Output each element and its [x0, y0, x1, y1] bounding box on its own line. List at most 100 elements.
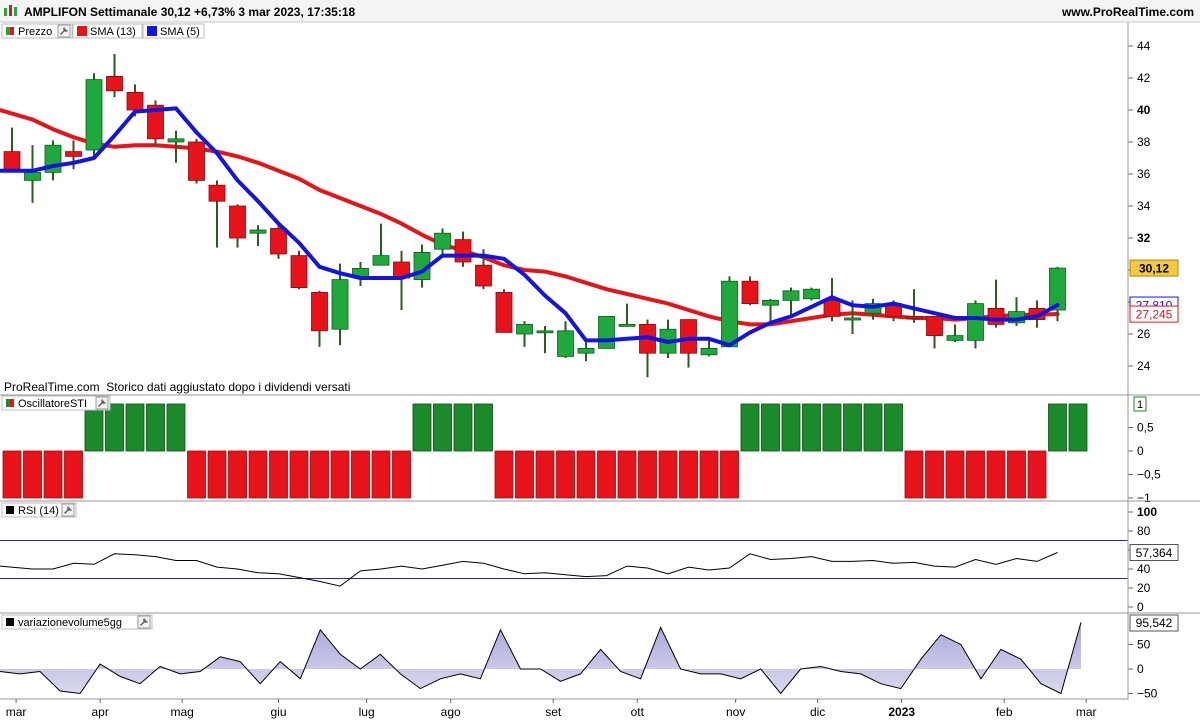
volume-plot: 50 0 −50 95,542	[0, 614, 1179, 701]
candle-body	[3, 151, 21, 170]
y-tick-label: 0,5	[1137, 421, 1154, 435]
oscillator-swatch-icon	[6, 399, 14, 407]
candle-body	[844, 317, 861, 321]
oscillator-panel[interactable]: 0,5 0 −0,5 −1 1 OscillatoreSTI	[1, 395, 1161, 505]
candle-body	[475, 264, 492, 287]
y-tick-label: −0,5	[1137, 468, 1161, 482]
volume-line	[0, 622, 1082, 695]
y-tick-label: 34	[1137, 199, 1151, 213]
candle-body	[249, 229, 267, 234]
oscillator-bar	[904, 450, 924, 499]
oscillator-bar	[412, 403, 432, 452]
oscillator-bar	[43, 450, 63, 499]
candle-body	[495, 291, 513, 333]
price-badge: 30,12	[1129, 259, 1179, 277]
candle	[188, 138, 205, 184]
wrench-icon[interactable]	[57, 24, 71, 38]
chart-root: AMPLIFON Settimanale 30,12 +6,73% 3 mar …	[0, 0, 1200, 719]
oscillator-bar	[925, 450, 944, 499]
oscillator-bar	[515, 450, 534, 499]
rsi-badge-label: 57,364	[1136, 546, 1173, 560]
wrench-icon[interactable]	[61, 503, 75, 517]
y-tick-label: 24	[1137, 359, 1151, 373]
legend-item-sma5[interactable]: SMA (5)	[142, 23, 205, 39]
oscillator-bar	[576, 450, 596, 499]
oscillator-bar	[535, 450, 555, 499]
oscillator-bar	[310, 450, 329, 499]
x-tick-label: mar	[6, 705, 27, 719]
candle	[290, 250, 308, 290]
candle-body	[290, 255, 308, 289]
legend-item-sma13[interactable]: SMA (13)	[72, 23, 143, 39]
rsi-panel[interactable]: 10080604020057,364 RSI (14)	[0, 502, 1179, 614]
legend-label-sma5: SMA (5)	[160, 26, 200, 38]
x-tick-label: apr	[91, 705, 108, 719]
price-legend: Prezzo SMA (13) SMA (5)	[1, 23, 205, 39]
oscillator-bar	[2, 450, 22, 499]
x-tick-label: feb	[996, 705, 1013, 719]
oscillator-bar	[105, 403, 124, 452]
sma5-swatch	[147, 26, 157, 36]
volume-panel[interactable]: 50 0 −50 95,542 variazionevolume5gg	[0, 614, 1179, 701]
rsi-line	[0, 552, 1058, 587]
chart-header: AMPLIFON Settimanale 30,12 +6,73% 3 mar …	[0, 0, 1200, 23]
oscillator-badge-label: 1	[1137, 399, 1143, 411]
x-tick-label: nov	[726, 705, 745, 719]
candle-body	[618, 323, 636, 327]
price-panel[interactable]: 2426283032343638404244 30,1227,81027,245…	[0, 23, 1179, 394]
volume-badge: 95,542	[1129, 614, 1179, 632]
y-tick-label: −50	[1137, 687, 1158, 701]
oscillator-bar	[658, 450, 678, 499]
y-tick-label: 0	[1137, 600, 1144, 614]
oscillator-bar	[966, 450, 985, 499]
candle-body	[598, 315, 615, 349]
oscillator-bar	[166, 403, 186, 452]
legend-item-prezzo[interactable]: Prezzo	[1, 23, 73, 39]
oscillator-bars	[2, 403, 1088, 499]
candle-body	[434, 232, 451, 250]
y-tick-label: 80	[1137, 524, 1151, 538]
candle-body	[905, 315, 923, 319]
y-tick-label: −1	[1137, 491, 1151, 505]
y-tick-label: 0	[1137, 444, 1144, 458]
volume-legend[interactable]: variazionevolume5gg	[1, 614, 153, 630]
candle	[147, 100, 164, 146]
oscillator-legend[interactable]: OscillatoreSTI	[1, 395, 111, 411]
volume-area	[0, 622, 1081, 694]
oscillator-bar	[802, 403, 821, 452]
oscillator-bar	[986, 450, 1006, 499]
candle-body	[24, 171, 41, 181]
candle-body	[762, 299, 779, 306]
candle-body	[126, 92, 144, 111]
wrench-icon[interactable]	[137, 615, 151, 629]
volume-swatch	[6, 618, 14, 626]
y-tick-label: 26	[1137, 327, 1151, 341]
volume-badge-label: 95,542	[1136, 616, 1173, 630]
website-label[interactable]: www.ProRealTime.com	[1061, 5, 1194, 19]
candle-body	[721, 280, 738, 348]
oscillator-bar	[371, 450, 391, 499]
oscillator-bar	[64, 450, 83, 499]
x-tick-label: 2023	[888, 705, 915, 719]
rsi-swatch	[6, 506, 14, 514]
y-tick-label: 20	[1137, 581, 1151, 595]
oscillator-bar	[843, 403, 862, 452]
candle-body	[106, 76, 123, 92]
candle-body	[167, 138, 185, 143]
rsi-legend[interactable]: RSI (14)	[1, 502, 77, 518]
candle-body	[987, 307, 1005, 325]
candle-body	[967, 303, 984, 341]
candle-icon	[6, 27, 14, 35]
oscillator-bar	[597, 450, 616, 499]
x-axis: mar apr mag giu lug ago set ott nov dic 2023 feb mar	[6, 699, 1097, 719]
x-tick-label: giu	[270, 705, 286, 719]
dividend-note: ProRealTime.com Storico dati aggiustato …	[4, 380, 350, 394]
y-tick-label: 36	[1137, 167, 1151, 181]
oscillator-bar	[453, 403, 473, 452]
oscillator-bar	[207, 450, 227, 499]
candle-body	[926, 315, 943, 336]
candle-body	[557, 330, 574, 357]
wrench-icon[interactable]	[95, 396, 109, 410]
oscillator-bar	[1048, 403, 1067, 452]
price-badges: 30,1227,81027,245	[1129, 259, 1179, 323]
